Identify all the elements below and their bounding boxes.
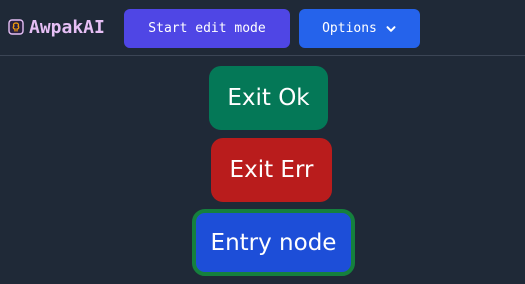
exit-err-node-label: Exit Err: [229, 157, 314, 183]
exit-err-node[interactable]: Exit Err: [211, 138, 332, 202]
start-edit-mode-button[interactable]: Start edit mode: [124, 9, 290, 48]
top-bar: AwpakAI Start edit mode Options: [0, 0, 525, 56]
brain-logo-icon: [8, 19, 24, 35]
entry-node-label: Entry node: [210, 229, 337, 256]
chevron-down-icon: [386, 25, 396, 32]
exit-ok-node[interactable]: Exit Ok: [209, 66, 328, 130]
start-edit-mode-label: Start edit mode: [148, 21, 266, 36]
exit-ok-node-label: Exit Ok: [227, 85, 310, 111]
options-button[interactable]: Options: [299, 9, 420, 48]
entry-node[interactable]: Entry node: [192, 209, 355, 276]
options-label: Options: [322, 21, 377, 36]
brand[interactable]: AwpakAI: [8, 15, 105, 39]
app-title: AwpakAI: [29, 16, 105, 38]
